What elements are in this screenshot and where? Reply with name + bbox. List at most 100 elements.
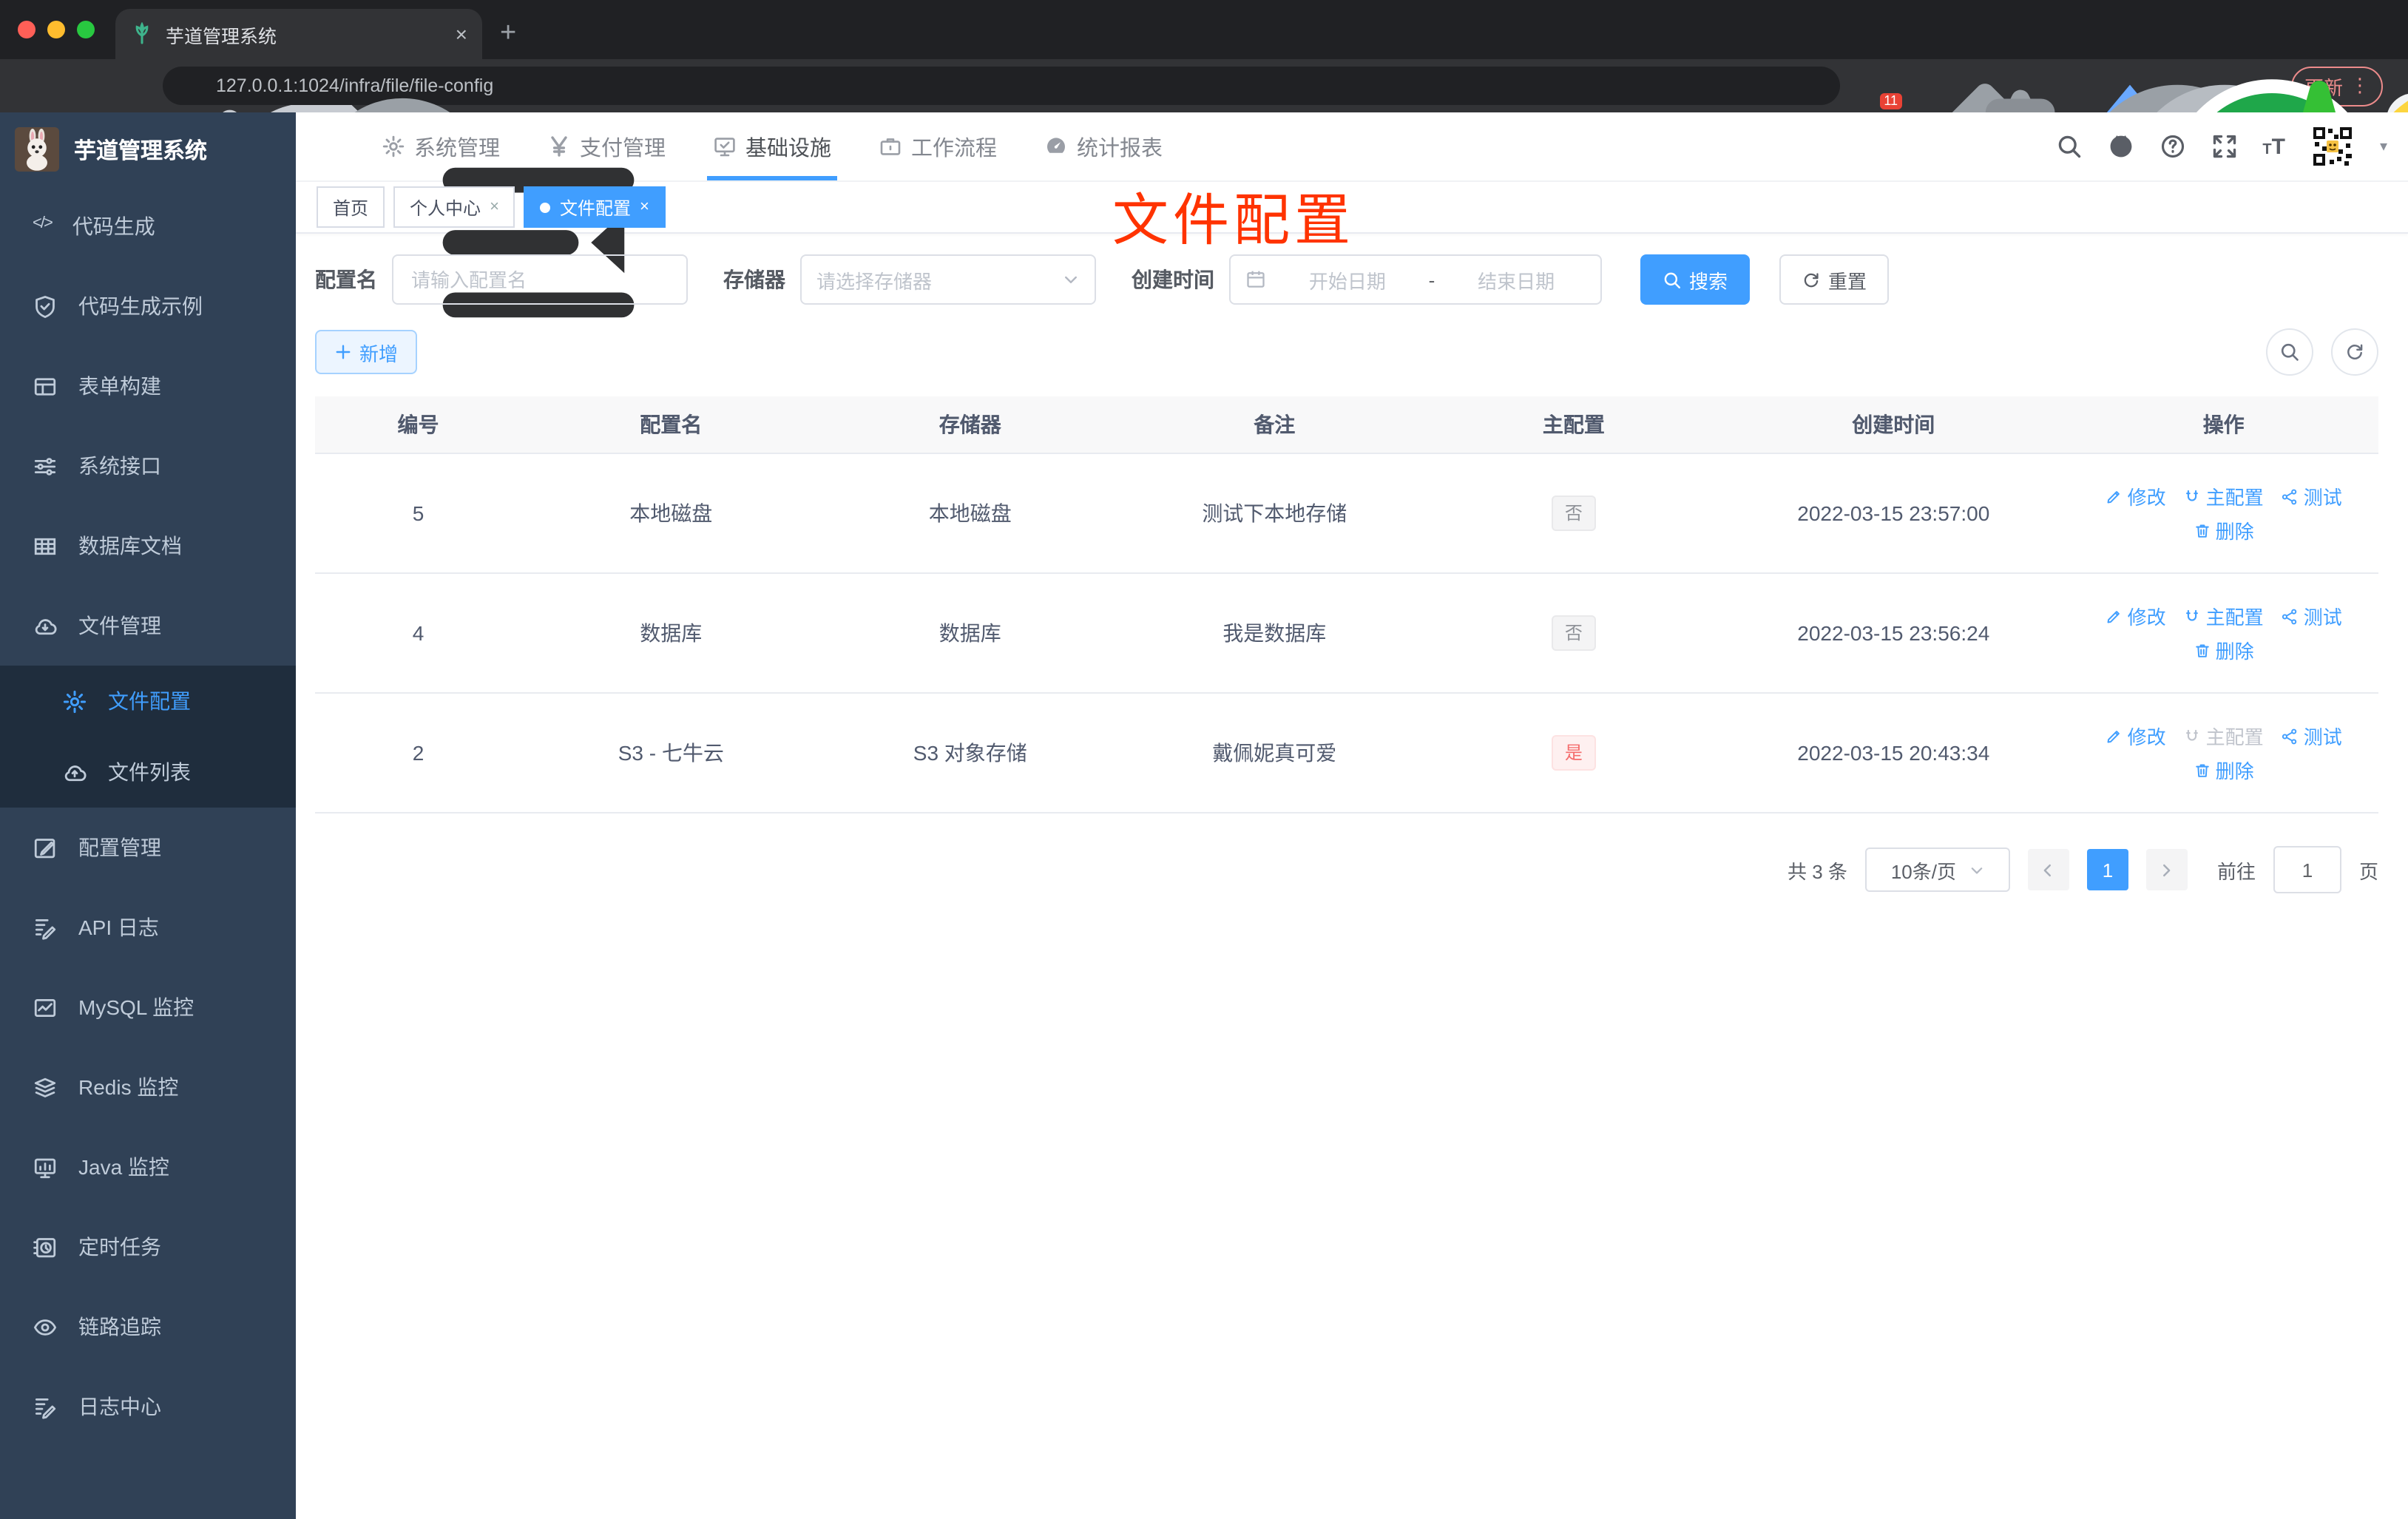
date-end-placeholder: 结束日期 xyxy=(1478,270,1555,292)
prev-page-button[interactable] xyxy=(2027,849,2069,890)
page-tab-home[interactable]: 首页 xyxy=(317,186,385,228)
forward-icon[interactable] xyxy=(50,72,77,99)
filter-bar: 配置名 存储器 请选择存储器 创建时间 开始日期 - 结束日期 xyxy=(315,254,2378,305)
sidebar-item-api-log[interactable]: API 日志 xyxy=(0,887,296,967)
extension-command-icon[interactable] xyxy=(1955,70,1986,101)
github-icon[interactable] xyxy=(2107,133,2134,160)
tab-close-icon[interactable]: × xyxy=(456,24,467,44)
edit-link[interactable]: 修改 xyxy=(2106,482,2166,510)
master-config-link[interactable]: 主配置 xyxy=(2184,482,2264,510)
table-grid-icon xyxy=(33,533,58,558)
nav-item-workflow[interactable]: 工作流程 xyxy=(879,112,997,180)
close-window-button[interactable] xyxy=(18,21,35,38)
reload-icon[interactable] xyxy=(86,72,112,99)
extension-emoji-icon[interactable] xyxy=(2239,70,2270,101)
reset-button[interactable]: 重置 xyxy=(1779,254,1890,305)
test-link[interactable]: 测试 xyxy=(2282,482,2342,510)
share-icon[interactable] xyxy=(1763,74,1787,98)
edit-link[interactable]: 修改 xyxy=(2106,722,2166,750)
sidebar-item-java-monitor[interactable]: Java 监控 xyxy=(0,1127,296,1207)
sidebar-item-code-gen[interactable]: </> 代码生成 xyxy=(0,186,296,266)
sidebar-item-form-builder[interactable]: 表单构建 xyxy=(0,346,296,426)
font-size-icon[interactable]: TT xyxy=(2262,135,2285,158)
edit-link[interactable]: 修改 xyxy=(2106,602,2166,630)
nav-item-pay[interactable]: 支付管理 xyxy=(547,112,666,180)
extension-tabs-icon[interactable]: 11 xyxy=(1861,70,1892,101)
app-logo-bunny xyxy=(15,127,59,172)
page-tab-file-config[interactable]: 文件配置 × xyxy=(524,186,666,228)
search-button[interactable]: 搜索 xyxy=(1640,254,1751,305)
address-bar[interactable]: 127.0.0.1:1024/infra/file/file-config xyxy=(163,67,1840,105)
master-tag: 是 xyxy=(1551,735,1596,771)
master-config-link[interactable]: 主配置 xyxy=(2184,602,2264,630)
extension-green-star-icon[interactable] xyxy=(2097,70,2128,101)
browser-tab[interactable]: 芋道管理系统 × xyxy=(115,9,482,59)
next-page-button[interactable] xyxy=(2145,849,2188,890)
refresh-table-button[interactable] xyxy=(2331,328,2378,376)
config-name-input[interactable] xyxy=(408,267,672,292)
fullscreen-icon[interactable] xyxy=(2211,133,2237,160)
sidebar-item-system-api[interactable]: 系统接口 xyxy=(0,426,296,506)
delete-link[interactable]: 删除 xyxy=(2194,756,2254,784)
current-page-button[interactable]: 1 xyxy=(2086,849,2128,890)
extension-grey-circle-icon[interactable] xyxy=(2003,70,2034,101)
close-icon[interactable]: × xyxy=(640,198,649,216)
refresh-icon xyxy=(1802,270,1821,289)
calendar-icon xyxy=(1245,269,1266,290)
avatar[interactable] xyxy=(2310,124,2355,169)
test-link[interactable]: 测试 xyxy=(2282,602,2342,630)
gear-icon xyxy=(382,135,405,158)
goto-page-input[interactable] xyxy=(2273,846,2341,893)
nav-item-infra[interactable]: 基础设施 xyxy=(707,112,837,180)
help-icon[interactable] xyxy=(2159,133,2185,160)
home-icon[interactable] xyxy=(121,72,148,99)
sidebar-item-mysql-monitor[interactable]: MySQL 监控 xyxy=(0,967,296,1047)
page-tab-profile[interactable]: 个人中心 × xyxy=(393,186,515,228)
tab-title: 芋道管理系统 xyxy=(166,26,277,47)
sidebar-item-redis-monitor[interactable]: Redis 监控 xyxy=(0,1047,296,1127)
close-icon[interactable]: × xyxy=(490,198,499,216)
date-range-picker[interactable]: 开始日期 - 结束日期 xyxy=(1229,254,1602,305)
main-area: 系统管理 支付管理 基础设施 工作流程 统计报表 TT ▾ 首页 个人中心 × … xyxy=(296,112,2408,1519)
test-link[interactable]: 测试 xyxy=(2282,722,2342,750)
show-search-button[interactable] xyxy=(2266,328,2313,376)
monitor-check-icon xyxy=(713,135,737,158)
sidebar-item-file-list[interactable]: 文件列表 xyxy=(0,737,296,808)
delete-link[interactable]: 删除 xyxy=(2194,636,2254,664)
gauge-icon xyxy=(1044,135,1068,158)
extension-kite-icon[interactable] xyxy=(1908,70,1939,101)
add-button[interactable]: 新增 xyxy=(315,330,418,374)
search-icon[interactable] xyxy=(2055,133,2082,160)
sidebar-item-cron-job[interactable]: 定时任务 xyxy=(0,1207,296,1287)
new-tab-button[interactable]: + xyxy=(500,18,516,50)
app-logo-row[interactable]: 芋道管理系统 xyxy=(0,112,296,186)
bookmark-star-icon[interactable] xyxy=(1799,74,1822,98)
sidebar-item-db-doc[interactable]: 数据库文档 xyxy=(0,506,296,586)
avatar-caret-icon[interactable]: ▾ xyxy=(2380,138,2387,155)
sidebar-item-config-manage[interactable]: 配置管理 xyxy=(0,808,296,887)
nav-item-system[interactable]: 系统管理 xyxy=(382,112,500,180)
site-info-icon[interactable] xyxy=(180,74,204,98)
sidebar-item-file-config[interactable]: 文件配置 xyxy=(0,666,296,737)
sidebar-item-log-center[interactable]: 日志中心 xyxy=(0,1367,296,1447)
nav-item-report[interactable]: 统计报表 xyxy=(1044,112,1163,180)
col-header-actions: 操作 xyxy=(2202,413,2245,436)
password-key-icon[interactable] xyxy=(1728,74,1751,98)
extension-y-icon[interactable] xyxy=(2050,70,2081,101)
back-icon[interactable] xyxy=(15,72,41,99)
delete-link[interactable]: 删除 xyxy=(2194,516,2254,544)
zoom-window-button[interactable] xyxy=(77,21,95,38)
url-text[interactable]: 127.0.0.1:1024/infra/file/file-config xyxy=(216,75,1716,96)
sidebar-item-file-manage[interactable]: 文件管理 xyxy=(0,586,296,666)
page-size-select[interactable]: 10条/页 xyxy=(1864,848,2010,892)
extensions-puzzle-icon[interactable] xyxy=(2192,70,2223,101)
extension-eye-icon[interactable] xyxy=(2145,70,2176,101)
minimize-window-button[interactable] xyxy=(47,21,65,38)
sidebar-item-code-gen-demo[interactable]: 代码生成示例 xyxy=(0,266,296,346)
menu-fold-icon[interactable] xyxy=(317,132,346,161)
eye-icon xyxy=(33,1314,58,1339)
window-controls xyxy=(0,0,115,59)
filter-storage-label: 存储器 xyxy=(723,268,785,291)
sidebar-item-trace[interactable]: 链路追踪 xyxy=(0,1287,296,1367)
storage-select[interactable]: 请选择存储器 xyxy=(800,254,1096,305)
